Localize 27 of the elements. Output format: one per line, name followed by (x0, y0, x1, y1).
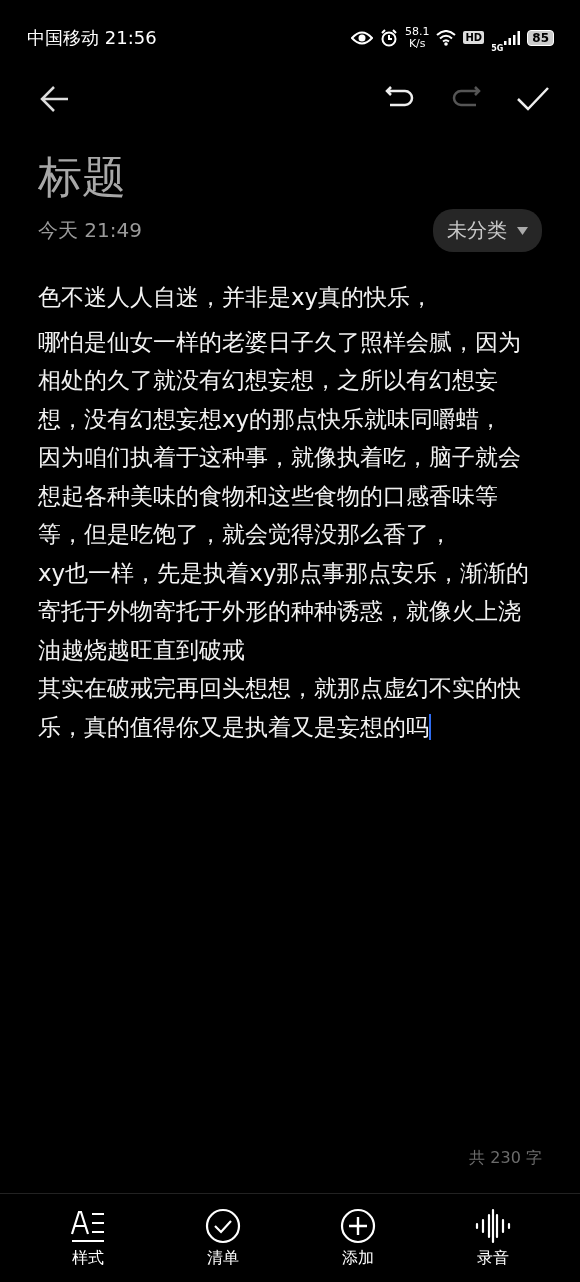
wifi-icon (436, 29, 457, 46)
add-circle-icon (339, 1207, 376, 1244)
speed-value: 58.1 (405, 25, 430, 38)
word-count: 共 230 字 (469, 1148, 543, 1169)
caret-icon (517, 226, 528, 235)
note-paragraph: 其实在破戒完再回头想想，就那点虚幻不实的快乐，真的值得你又是执着又是妄想的吗 (38, 674, 522, 742)
style-button[interactable]: 样式 (69, 1207, 106, 1269)
carrier-time: 中国移动 21:56 (27, 25, 157, 50)
check-circle-icon (204, 1207, 241, 1244)
note-paragraph: 色不迷人人自迷，并非是xy真的快乐， (38, 283, 435, 312)
network-label: 5G (491, 44, 504, 53)
hd-badge: HD (463, 31, 485, 44)
record-button[interactable]: 录音 (474, 1207, 511, 1269)
sound-wave-icon (474, 1207, 511, 1244)
checklist-button[interactable]: 清单 (204, 1207, 241, 1269)
eye-icon (351, 30, 373, 45)
text-cursor (429, 713, 431, 740)
add-button[interactable]: 添加 (339, 1207, 376, 1269)
category-dropdown[interactable]: 未分类 (433, 209, 542, 252)
note-paragraph: xy也一样，先是执着xy那点事那点安乐，渐渐的寄托于外物寄托于外形的种种诱惑，就像火上浇油越烧越旺直到破戒 (38, 558, 531, 665)
alarm-icon (380, 28, 398, 47)
speed-unit: K/s (408, 37, 426, 50)
battery-level: 85 (527, 29, 554, 46)
note-date: 今天 21:49 (38, 217, 142, 244)
note-paragraph: 哪怕是仙女一样的老婆日子久了照样会腻，因为相处的久了就没有幻想妄想，之所以有幻想妄想，没有幻想妄想xy的那点快乐就味同嚼蜡， (38, 327, 522, 434)
signal-icon (504, 30, 521, 45)
note-title[interactable]: 标题 (0, 123, 580, 205)
